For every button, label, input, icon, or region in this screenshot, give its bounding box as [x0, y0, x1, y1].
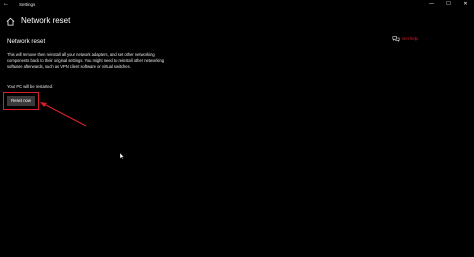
chat-help-icon: [392, 36, 400, 42]
description-text: This will remove then reinstall all your…: [7, 52, 165, 69]
title-bar: ← Settings — ☐ ✕: [0, 0, 474, 9]
section-title: Network reset: [7, 38, 46, 45]
maximize-button[interactable]: ☐: [440, 0, 457, 9]
page-title: Network reset: [21, 16, 71, 25]
close-button[interactable]: ✕: [457, 0, 474, 9]
window-controls: — ☐ ✕: [423, 0, 474, 9]
settings-window: ← Settings — ☐ ✕ Network reset Network r…: [0, 0, 474, 257]
home-icon[interactable]: [6, 17, 15, 26]
restart-note: Your PC will be restarted.: [7, 84, 54, 89]
minimize-button[interactable]: —: [423, 0, 440, 9]
get-help-link[interactable]: Get help: [392, 35, 418, 43]
get-help-label[interactable]: Get help: [402, 35, 418, 43]
reset-now-button[interactable]: Reset now: [7, 96, 35, 106]
window-title: Settings: [19, 2, 36, 7]
back-arrow-icon[interactable]: ←: [3, 0, 9, 9]
mouse-cursor-icon: [120, 153, 124, 159]
page-header: Network reset: [6, 14, 70, 28]
